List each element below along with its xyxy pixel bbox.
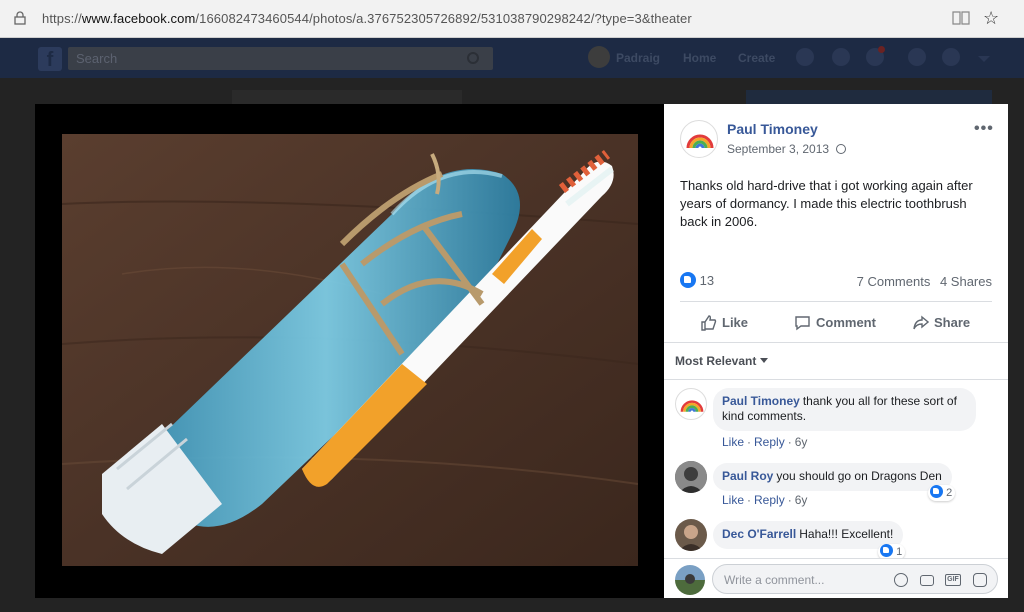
comment-composer: Write a comment... GIF — [664, 558, 1008, 598]
comment-age[interactable]: 6y — [795, 435, 808, 449]
comment-button[interactable]: Comment — [794, 314, 876, 331]
like-reaction-icon — [880, 544, 893, 557]
comment-sort-dropdown[interactable]: Most Relevant — [675, 354, 769, 368]
messenger-icon[interactable] — [832, 48, 850, 66]
commenter-avatar[interactable] — [675, 519, 707, 551]
rainbow-icon — [680, 400, 704, 413]
like-reaction-icon — [680, 272, 696, 288]
rainbow-icon — [686, 134, 714, 149]
help-icon[interactable] — [942, 48, 960, 66]
current-user-avatar[interactable] — [675, 565, 705, 595]
account-menu-icon[interactable] — [978, 56, 990, 62]
comment-reaction-count[interactable]: 2 — [928, 485, 956, 501]
comment-text: you should go on Dragons Den — [776, 469, 942, 483]
url-field[interactable]: https://www.facebook.com/166082473460544… — [42, 11, 692, 26]
profile-avatar[interactable] — [588, 46, 610, 68]
post-meta: September 3, 2013 — [727, 142, 847, 156]
share-button[interactable]: Share — [912, 314, 970, 331]
notification-badge — [878, 46, 885, 53]
divider — [664, 342, 1008, 343]
comment-bubble: Paul Timoney thank you all for these sort… — [713, 388, 976, 431]
comment-like-link[interactable]: Like — [722, 493, 744, 507]
commenter-avatar[interactable] — [675, 461, 707, 493]
caret-down-icon — [760, 358, 769, 363]
search-input[interactable]: Search — [68, 47, 493, 70]
like-count: 13 — [699, 273, 715, 288]
comments-count[interactable]: 7 Comments — [857, 274, 931, 289]
post-author-name[interactable]: Paul Timoney — [727, 121, 818, 137]
thumbs-up-icon — [701, 315, 717, 331]
photo-image — [62, 134, 638, 566]
comment-like-link[interactable]: Like — [722, 435, 744, 449]
bookmark-star-icon[interactable]: ☆ — [983, 8, 999, 28]
commenter-name[interactable]: Dec O'Farrell — [722, 527, 796, 541]
comment-reply-link[interactable]: Reply — [754, 435, 785, 449]
author-avatar[interactable] — [680, 120, 718, 158]
divider — [664, 379, 1008, 380]
friends-icon[interactable] — [796, 48, 814, 66]
facebook-logo-icon[interactable]: f — [38, 47, 62, 71]
quick-help-icon[interactable] — [908, 48, 926, 66]
comment-text: Haha!!! Excellent! — [799, 527, 894, 541]
lock-icon — [14, 11, 26, 25]
post-date[interactable]: September 3, 2013 — [727, 142, 829, 156]
commenter-avatar[interactable] — [675, 388, 707, 420]
like-button[interactable]: Like — [700, 314, 748, 331]
comment-reply-link[interactable]: Reply — [754, 493, 785, 507]
browser-address-bar: https://www.facebook.com/166082473460544… — [0, 0, 1024, 38]
facebook-top-bar: f Search Padraig Home Create — [0, 38, 1024, 78]
share-icon — [913, 315, 930, 330]
nav-create[interactable]: Create — [738, 51, 775, 65]
camera-icon[interactable] — [920, 575, 934, 586]
comment-bubble: Dec O'Farrell Haha!!! Excellent! — [713, 521, 904, 549]
post-counts: 7 Comments 4 Shares — [851, 274, 992, 289]
post-side-panel: Paul Timoney September 3, 2013 ••• Thank… — [664, 104, 1008, 598]
avatar-photo — [675, 519, 707, 551]
comment-bubble: Paul Roy you should go on Dragons Den — [713, 463, 952, 491]
commenter-name[interactable]: Paul Roy — [722, 469, 773, 483]
post-text: Thanks old hard-drive that i got working… — [680, 178, 973, 229]
reader-view-icon[interactable] — [952, 10, 970, 26]
nav-home[interactable]: Home — [683, 51, 716, 65]
sticker-icon[interactable] — [973, 573, 987, 587]
avatar-photo — [675, 461, 707, 493]
post-photo[interactable] — [62, 134, 638, 566]
search-icon — [467, 52, 479, 64]
like-reaction-icon — [930, 485, 943, 498]
avatar-photo — [675, 565, 705, 595]
comment-actions: Like · Reply · 6y — [722, 435, 808, 449]
gif-icon[interactable]: GIF — [945, 574, 961, 586]
globe-icon — [836, 144, 847, 154]
emoji-icon[interactable] — [894, 573, 908, 587]
divider — [680, 301, 992, 302]
commenter-name[interactable]: Paul Timoney — [722, 394, 800, 408]
comment-icon — [795, 316, 810, 331]
more-options-icon[interactable]: ••• — [974, 120, 994, 138]
comment-actions: Like · Reply · 6y — [722, 493, 808, 507]
reaction-summary[interactable]: 13 — [680, 272, 714, 288]
comment-input[interactable]: Write a comment... GIF — [712, 564, 998, 594]
shares-count[interactable]: 4 Shares — [940, 274, 992, 289]
comment-age[interactable]: 6y — [795, 493, 808, 507]
nav-profile-name[interactable]: Padraig — [616, 51, 660, 65]
